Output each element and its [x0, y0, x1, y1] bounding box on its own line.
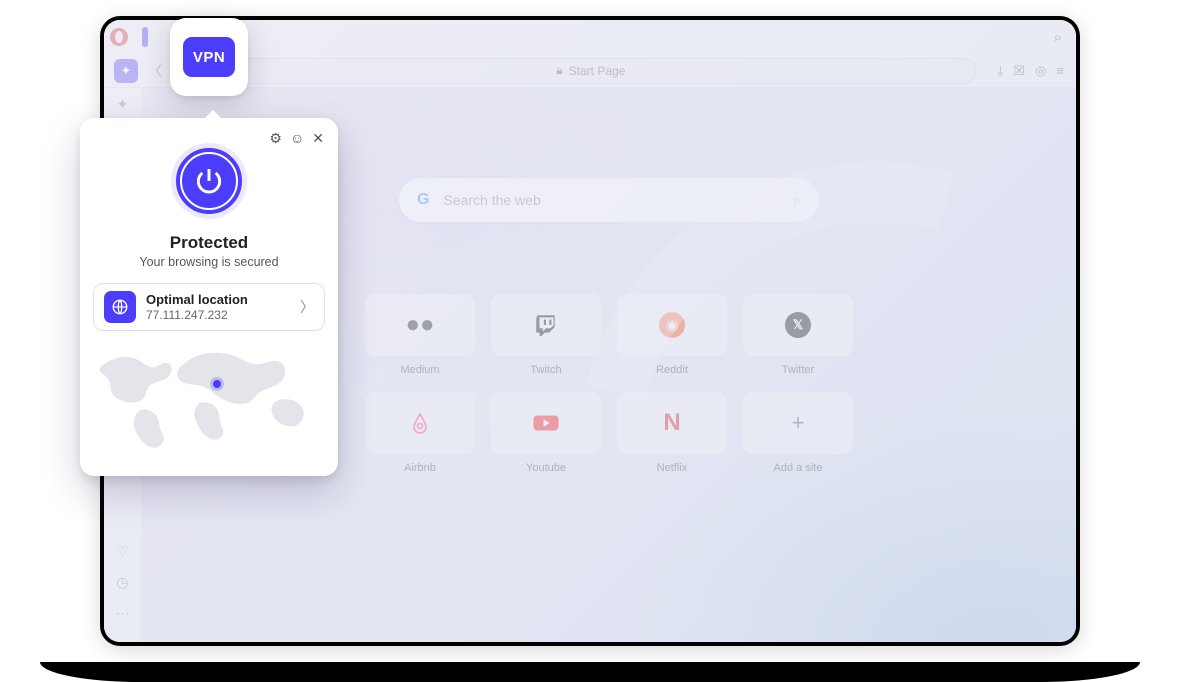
- opera-logo-icon: [110, 28, 128, 46]
- clock-icon[interactable]: ◷: [116, 574, 128, 591]
- lock-icon: 🔒︎: [556, 63, 562, 78]
- laptop-base: [40, 662, 1140, 682]
- speeddial-airbnb[interactable]: Airbnb: [365, 392, 475, 474]
- speeddial-medium[interactable]: ●● Medium: [365, 294, 475, 376]
- heart-icon[interactable]: ♡: [116, 543, 129, 560]
- vpn-location-selector[interactable]: Optimal location 77.111.247.232 〉: [93, 283, 325, 331]
- aria-button[interactable]: ✦: [114, 59, 138, 83]
- vpn-badge-callout[interactable]: VPN: [170, 18, 248, 96]
- address-toolbar: ✦ 〈 〉 🔒︎ Start Page ⤓ ☒ ◎ ≡: [104, 54, 1076, 88]
- back-button[interactable]: 〈: [148, 61, 162, 81]
- feedback-icon[interactable]: ☺︎: [290, 130, 304, 147]
- address-bar[interactable]: 🔒︎ Start Page: [206, 58, 976, 84]
- more-icon[interactable]: ⋯: [116, 605, 130, 622]
- tab-search-button[interactable]: ⌕: [1054, 29, 1062, 46]
- vpn-location-pin: [213, 380, 221, 388]
- easy-setup-button[interactable]: ≡: [1056, 63, 1064, 78]
- address-bar-text: Start Page: [569, 64, 626, 78]
- vpn-status-title: Protected: [170, 233, 248, 253]
- speeddial-twitch[interactable]: Twitch: [491, 294, 601, 376]
- active-tab-indicator: [142, 27, 148, 47]
- sparkle-icon[interactable]: ✦: [117, 96, 129, 113]
- vpn-chip: VPN: [183, 37, 235, 77]
- vpn-popover: ⚙︎ ☺︎ ✕ Protected Your browsing is secur…: [80, 118, 338, 476]
- downloads-button[interactable]: ⤓: [998, 63, 1004, 79]
- chevron-right-icon: 〉: [300, 297, 314, 317]
- vpn-world-map: [93, 341, 325, 461]
- extensions-button[interactable]: ☒: [1013, 63, 1025, 79]
- snapshot-button[interactable]: ◎: [1035, 63, 1046, 79]
- power-icon: [193, 165, 225, 197]
- world-map-icon: [93, 341, 325, 461]
- vpn-location-title: Optimal location: [146, 292, 290, 308]
- vpn-location-ip: 77.111.247.232: [146, 308, 290, 322]
- settings-icon[interactable]: ⚙︎: [269, 130, 282, 147]
- tab-bar: + ⌕: [104, 20, 1076, 54]
- vpn-status-subtitle: Your browsing is secured: [139, 255, 278, 269]
- vpn-toggle-button[interactable]: [171, 143, 247, 219]
- close-icon[interactable]: ✕: [312, 130, 324, 147]
- google-logo-icon: G: [417, 191, 429, 209]
- globe-icon: [104, 291, 136, 323]
- search-placeholder: Search the web: [443, 192, 540, 208]
